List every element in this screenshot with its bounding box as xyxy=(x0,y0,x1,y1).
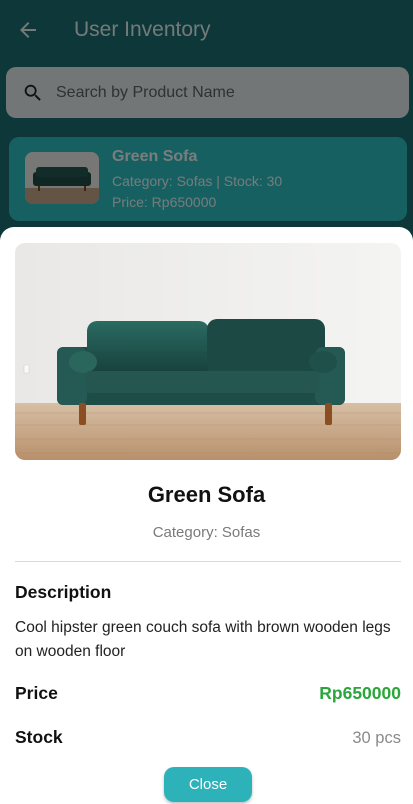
product-category: Category: Sofas xyxy=(152,524,261,541)
product-name: Green Sofa xyxy=(147,482,266,507)
stock-label: Stock xyxy=(15,727,63,747)
description-label: Description xyxy=(15,582,112,602)
close-button[interactable]: Close xyxy=(164,767,252,802)
stock-value: 30 pcs xyxy=(352,729,401,747)
product-detail-sheet: Green Sofa Category: Sofas Description C… xyxy=(0,227,413,804)
divider xyxy=(15,561,401,562)
price-label: Price xyxy=(15,683,58,703)
description-text: Cool hipster green couch sofa with brown… xyxy=(15,619,391,660)
product-image xyxy=(15,243,401,460)
price-value: Rp650000 xyxy=(319,683,401,703)
